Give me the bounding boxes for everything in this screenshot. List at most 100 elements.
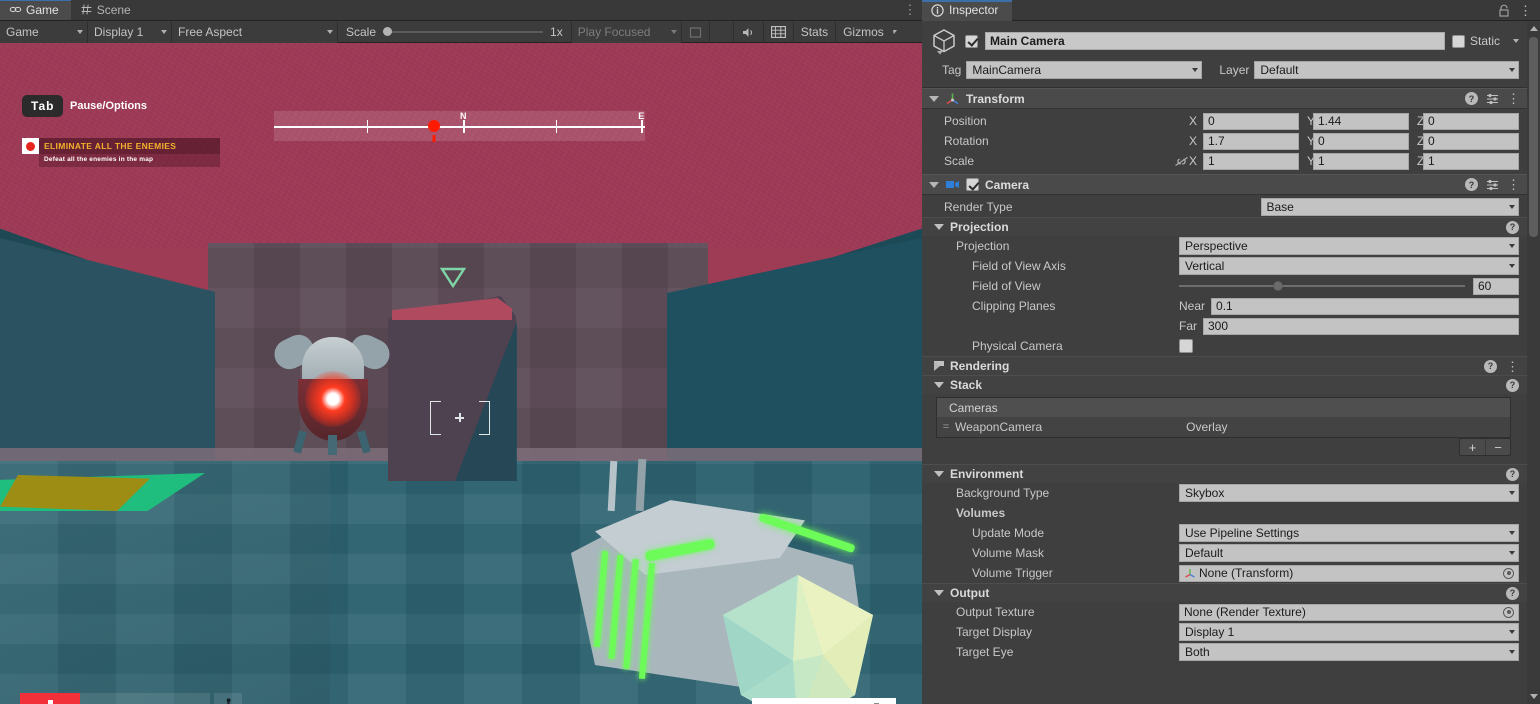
volume-trigger-object-field[interactable]: None (Transform) <box>1179 565 1519 582</box>
section-header-projection[interactable]: Projection ? <box>922 217 1527 236</box>
object-picker-icon[interactable] <box>1503 568 1514 579</box>
scroll-up-arrow-icon[interactable] <box>1530 26 1538 31</box>
position-x-field[interactable]: 0 <box>1203 113 1299 130</box>
target-display-dropdown[interactable]: Display 1 <box>1179 623 1519 641</box>
transform-axis-icon <box>945 91 960 106</box>
preset-sliders-icon[interactable] <box>1486 92 1499 105</box>
preset-sliders-icon[interactable] <box>1486 178 1499 191</box>
inspector-scroll-thumb[interactable] <box>1529 37 1538 237</box>
broken-link-glyph <box>1174 156 1189 167</box>
help-icon[interactable]: ? <box>1506 468 1519 481</box>
kebab-menu-icon[interactable]: ⋮ <box>1507 180 1520 189</box>
section-header-output[interactable]: Output ? <box>922 583 1527 602</box>
stack-item-name: WeaponCamera <box>955 420 1042 434</box>
help-icon[interactable]: ? <box>1506 221 1519 234</box>
rotation-x-field[interactable]: 1.7 <box>1203 133 1299 150</box>
foldout-arrow-icon[interactable] <box>929 182 939 188</box>
section-header-environment[interactable]: Environment ? <box>922 464 1527 483</box>
section-header-rendering[interactable]: Rendering ? ⋮ <box>922 356 1527 375</box>
maximize-on-play-button[interactable] <box>682 21 710 43</box>
foldout-arrow-icon[interactable] <box>934 224 944 230</box>
volume-mask-dropdown[interactable]: Default <box>1179 544 1519 562</box>
volume-mask-label: Volume Mask <box>922 546 1044 560</box>
fov-slider-knob[interactable] <box>1273 281 1283 291</box>
render-type-dropdown[interactable]: Base <box>1261 198 1520 216</box>
weapon-viewmodel <box>545 447 922 704</box>
foldout-arrow-icon[interactable] <box>934 471 944 477</box>
gameobject-enabled-checkbox[interactable] <box>965 35 978 48</box>
kebab-menu-icon[interactable]: ⋮ <box>1519 6 1532 15</box>
clipping-far-field[interactable]: 300 <box>1203 318 1519 335</box>
help-icon[interactable]: ? <box>1506 587 1519 600</box>
drag-handle-icon[interactable]: = <box>937 421 955 433</box>
component-header-transform[interactable]: Transform ? ⋮ <box>922 88 1527 109</box>
tag-dropdown[interactable]: MainCamera <box>966 61 1202 79</box>
fov-axis-dropdown[interactable]: Vertical <box>1179 257 1519 275</box>
stack-list-item[interactable]: = WeaponCamera Overlay <box>937 417 1510 437</box>
output-texture-object-field[interactable]: None (Render Texture) <box>1179 604 1519 621</box>
static-toggle-group[interactable]: Static <box>1452 34 1519 48</box>
target-eye-dropdown[interactable]: Both <box>1179 643 1519 661</box>
kebab-menu-icon[interactable]: ⋮ <box>1506 362 1519 371</box>
help-icon[interactable]: ? <box>1465 178 1478 191</box>
chevron-down-icon[interactable] <box>1513 39 1519 43</box>
kebab-menu-icon[interactable]: ⋮ <box>1507 94 1520 103</box>
scale-x-field[interactable]: 1 <box>1203 153 1299 170</box>
component-header-camera[interactable]: Camera ? ⋮ <box>922 174 1527 195</box>
physical-camera-checkbox[interactable] <box>1179 339 1193 353</box>
position-z-field[interactable]: 0 <box>1423 113 1519 130</box>
inspector-scrollbar[interactable] <box>1527 21 1540 704</box>
mute-audio-button[interactable] <box>734 21 764 43</box>
tab-scene[interactable]: Scene <box>71 0 143 20</box>
scale-slider-track[interactable] <box>383 31 543 33</box>
scale-slider-group[interactable]: Scale 1x <box>338 21 572 42</box>
clipping-near-group: Near 0.1 <box>1179 298 1519 315</box>
lock-icon[interactable] <box>1498 4 1510 17</box>
scale-z-field[interactable]: 1 <box>1423 153 1519 170</box>
rotation-y-field[interactable]: 0 <box>1313 133 1409 150</box>
view-mode-dropdown[interactable]: Game <box>0 21 88 43</box>
static-checkbox[interactable] <box>1452 35 1465 48</box>
stack-remove-button[interactable]: − <box>1485 439 1510 455</box>
stats-button[interactable]: Stats <box>794 21 836 43</box>
layer-dropdown[interactable]: Default <box>1254 61 1519 79</box>
foldout-arrow-icon[interactable] <box>929 96 939 102</box>
scale-y-field[interactable]: 1 <box>1313 153 1409 170</box>
broken-link-icon[interactable] <box>1173 156 1189 167</box>
clipping-near-field[interactable]: 0.1 <box>1211 298 1519 315</box>
transform-position-row: Position X 0 Y 1.44 Z 0 <box>922 111 1527 131</box>
object-picker-icon[interactable] <box>1503 607 1514 618</box>
camera-enabled-checkbox[interactable] <box>966 178 979 191</box>
stack-list-header: Cameras <box>937 398 1510 417</box>
foldout-arrow-icon[interactable] <box>934 590 944 596</box>
projection-dropdown[interactable]: Perspective <box>1179 237 1519 255</box>
section-header-stack[interactable]: Stack ? <box>922 375 1527 394</box>
render-type-field-wrap: Base <box>1013 198 1520 216</box>
rotation-z-field[interactable]: 0 <box>1423 133 1519 150</box>
tab-inspector[interactable]: Inspector <box>922 0 1012 21</box>
scale-slider-knob[interactable] <box>383 27 392 36</box>
gameobject-name-field[interactable]: Main Camera <box>985 32 1445 50</box>
help-icon[interactable]: ? <box>1465 92 1478 105</box>
gizmos-button[interactable]: Gizmos <box>836 21 904 43</box>
scroll-down-arrow-icon[interactable] <box>1530 694 1538 699</box>
target-display-row: Target Display Display 1 <box>922 622 1527 642</box>
aspect-dropdown[interactable]: Free Aspect <box>172 21 338 43</box>
fov-value-field[interactable]: 60 <box>1473 278 1519 295</box>
fov-control-group[interactable]: 60 <box>1179 278 1519 295</box>
display-dropdown[interactable]: Display 1 <box>88 21 172 43</box>
foldout-arrow-icon[interactable] <box>934 382 944 388</box>
play-mode-dropdown[interactable]: Play Focused <box>572 21 682 43</box>
stats-grid-button[interactable] <box>764 21 794 43</box>
game-render-surface[interactable]: Tab Pause/Options ELIMINATE ALL THE ENEM… <box>0 43 922 704</box>
stack-add-button[interactable]: + <box>1460 439 1485 455</box>
foldout-arrow-icon[interactable] <box>934 361 944 371</box>
update-mode-dropdown[interactable]: Use Pipeline Settings <box>1179 524 1519 542</box>
game-panel-kebab-icon[interactable]: ⋮ <box>902 0 918 20</box>
help-icon[interactable]: ? <box>1506 379 1519 392</box>
fov-slider-track[interactable] <box>1179 285 1465 287</box>
background-type-dropdown[interactable]: Skybox <box>1179 484 1519 502</box>
tab-game[interactable]: Game <box>0 0 71 20</box>
help-icon[interactable]: ? <box>1484 360 1497 373</box>
position-y-field[interactable]: 1.44 <box>1313 113 1409 130</box>
